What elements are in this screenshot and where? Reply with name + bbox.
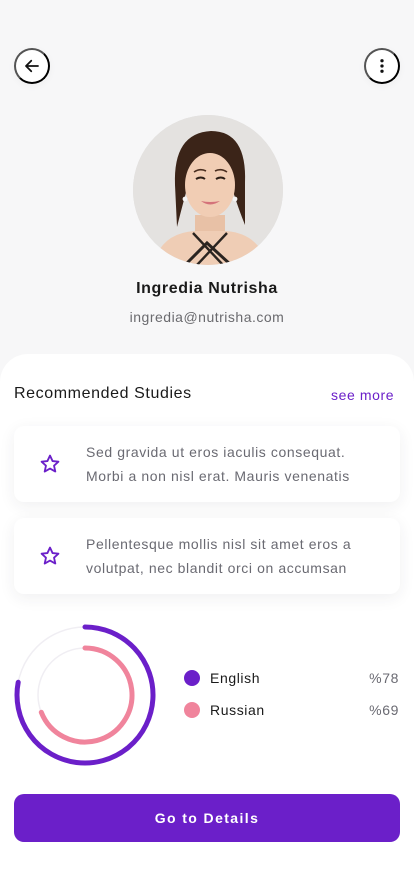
legend-dot-english — [184, 670, 200, 686]
legend-label-russian: Russian — [210, 702, 265, 718]
legend-value-english: %78 — [369, 670, 399, 686]
back-button[interactable] — [14, 48, 50, 84]
go-to-details-button[interactable]: Go to Details — [14, 794, 400, 842]
more-vertical-icon — [380, 59, 384, 73]
study-card-line: Morbi a non nisl erat. Mauris venenatis — [86, 468, 350, 484]
star-outline-icon — [40, 454, 60, 473]
legend-dot-russian — [184, 702, 200, 718]
study-card-line: Sed gravida ut eros iaculis consequat. — [86, 444, 346, 460]
star-outline-icon — [40, 546, 60, 565]
study-card-line: Pellentesque mollis nisl sit amet eros a — [86, 536, 352, 552]
profile-name: Ingredia Nutrisha — [136, 280, 278, 297]
arrow-left-icon — [25, 59, 39, 73]
legend-label-english: English — [210, 670, 261, 686]
more-options-button[interactable] — [364, 48, 400, 84]
study-card[interactable]: Sed gravida ut eros iaculis consequat. M… — [14, 426, 400, 502]
study-card[interactable]: Pellentesque mollis nisl sit amet eros a… — [14, 518, 400, 594]
progress-rings-chart — [14, 624, 156, 766]
avatar — [133, 115, 283, 265]
section-title: Recommended Studies — [14, 385, 192, 402]
see-more-link[interactable]: see more — [331, 387, 394, 403]
legend-value-russian: %69 — [369, 702, 399, 718]
study-card-line: volutpat, nec blandit orci on accumsan — [86, 560, 347, 576]
profile-email: ingredia@nutrisha.com — [129, 309, 285, 325]
ring-russian — [38, 645, 135, 745]
study-card-text: Pellentesque mollis nisl sit amet eros a… — [86, 532, 386, 580]
study-card-text: Sed gravida ut eros iaculis consequat. M… — [86, 440, 386, 488]
